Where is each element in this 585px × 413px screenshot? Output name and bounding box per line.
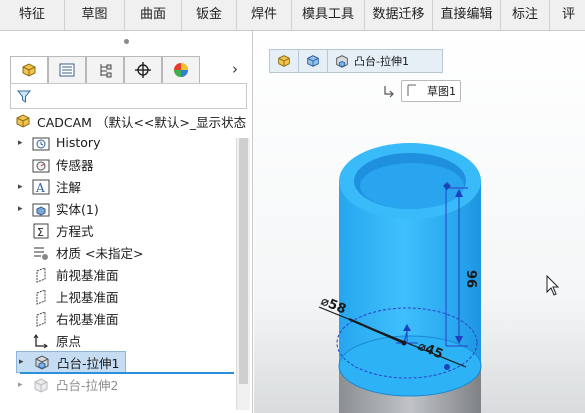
svg-text:Σ: Σ <box>37 226 44 239</box>
tree-item-top-plane[interactable]: 上视基准面 <box>18 286 119 307</box>
tree-item-solid-bodies[interactable]: ▸ 实体(1) <box>18 198 99 219</box>
tree-item-right-plane[interactable]: 右视基准面 <box>18 308 119 329</box>
chevron-right-icon[interactable]: › <box>232 61 246 77</box>
boss-extrude1-body[interactable] <box>338 143 482 397</box>
feature-manager-panel: › CADCAM （默认<<默认>_显示状态 ▸ History 传感器 ▸ A… <box>0 31 253 413</box>
tree-item-sensors[interactable]: 传感器 <box>18 154 94 175</box>
display-manager-icon <box>174 63 188 77</box>
feature-manager-icon <box>22 63 36 77</box>
tree-item-history[interactable]: ▸ History <box>18 132 100 153</box>
tree-item-label: 实体(1) <box>56 202 99 217</box>
tree-item-label: 方程式 <box>56 224 94 239</box>
plane-icon <box>32 288 50 305</box>
origin-icon <box>32 333 50 349</box>
tab-display-manager[interactable] <box>162 56 200 83</box>
tab-annotation[interactable]: 标注 <box>501 0 550 30</box>
equation-icon: Σ <box>32 223 50 239</box>
tree-item-label: 原点 <box>56 334 82 349</box>
expand-arrow-icon[interactable]: ▸ <box>18 182 32 192</box>
tree-item-label: 传感器 <box>56 158 94 173</box>
panel-grip[interactable] <box>124 39 129 44</box>
tree-item-label: 前视基准面 <box>56 268 119 283</box>
tab-weldments[interactable]: 焊件 <box>237 0 292 30</box>
tab-property-manager[interactable] <box>48 56 86 83</box>
mouse-cursor-icon <box>546 274 560 296</box>
tab-surface[interactable]: 曲面 <box>125 0 182 30</box>
history-folder-icon <box>32 135 50 151</box>
tree-root-label: CADCAM （默认<<默认>_显示状态 <box>37 114 247 130</box>
plane-icon <box>32 310 50 327</box>
panel-tab-strip <box>10 56 250 83</box>
tree-scrollbar[interactable] <box>236 138 250 410</box>
part-icon <box>16 114 30 128</box>
configuration-manager-icon <box>100 64 112 78</box>
tree-item-label: 注解 <box>56 180 82 195</box>
scrollbar-thumb[interactable] <box>239 138 248 384</box>
expand-arrow-icon[interactable]: ▸ <box>18 138 32 148</box>
tree-item-label: 材质 <未指定> <box>56 246 144 261</box>
plane-icon <box>32 266 50 283</box>
material-icon <box>32 245 50 261</box>
tab-direct-editing[interactable]: 直接编辑 <box>433 0 501 30</box>
command-manager-tabs: 特征 草图 曲面 钣金 焊件 模具工具 数据迁移 直接编辑 标注 评 <box>0 0 585 31</box>
tab-dimxpert-manager[interactable] <box>124 56 162 83</box>
boss-extrude-icon <box>32 377 50 393</box>
tab-sketch[interactable]: 草图 <box>65 0 125 30</box>
filter-icon[interactable] <box>16 88 32 104</box>
boss-extrude-icon <box>33 354 51 370</box>
tree-item-front-plane[interactable]: 前视基准面 <box>18 264 119 285</box>
solid-body-folder-icon <box>32 201 50 217</box>
tree-item-boss-extrude2[interactable]: ▸ 凸台-拉伸2 <box>18 374 118 395</box>
tab-data-migration[interactable]: 数据迁移 <box>365 0 433 30</box>
tree-item-boss-extrude1[interactable]: ▸ 凸台-拉伸1 <box>16 351 127 373</box>
tree-item-annotations[interactable]: ▸ A 注解 <box>18 176 81 197</box>
sensor-folder-icon <box>32 157 50 173</box>
svg-text:A: A <box>35 181 45 195</box>
tree-item-label: 上视基准面 <box>56 290 119 305</box>
expand-arrow-icon[interactable]: ▸ <box>18 380 32 390</box>
tab-feature-manager[interactable] <box>10 56 48 83</box>
tree-item-material[interactable]: 材质 <未指定> <box>18 242 143 263</box>
expand-arrow-icon[interactable]: ▸ <box>18 204 32 214</box>
tree-item-label: 右视基准面 <box>56 312 119 327</box>
property-manager-icon <box>59 63 75 77</box>
tab-sheet-metal[interactable]: 钣金 <box>182 0 237 30</box>
tree-item-label: History <box>56 135 101 150</box>
expand-arrow-icon[interactable]: ▸ <box>17 357 33 367</box>
tree-filter-bar[interactable] <box>10 83 247 109</box>
tab-configuration-manager[interactable] <box>86 56 124 83</box>
annotation-icon: A <box>32 179 50 195</box>
tab-evaluate[interactable]: 评 <box>550 0 585 30</box>
tree-item-label: 凸台-拉伸2 <box>56 378 119 393</box>
graphics-area[interactable]: 凸台-拉伸1 草图1 96 ⌀58 ⌀45 <box>254 31 585 413</box>
model-view[interactable]: 96 ⌀58 ⌀45 <box>254 31 585 413</box>
tree-root-part[interactable]: CADCAM （默认<<默认>_显示状态 <box>14 111 246 131</box>
tab-mold-tools[interactable]: 模具工具 <box>292 0 365 30</box>
dimension-height[interactable]: 96 <box>463 270 478 288</box>
tree-item-label: 凸台-拉伸1 <box>57 355 120 371</box>
tree-item-origin[interactable]: 原点 <box>18 330 81 351</box>
crosshair-icon <box>135 62 151 78</box>
tab-features[interactable]: 特征 <box>0 0 65 30</box>
tree-item-equations[interactable]: Σ 方程式 <box>18 220 94 241</box>
